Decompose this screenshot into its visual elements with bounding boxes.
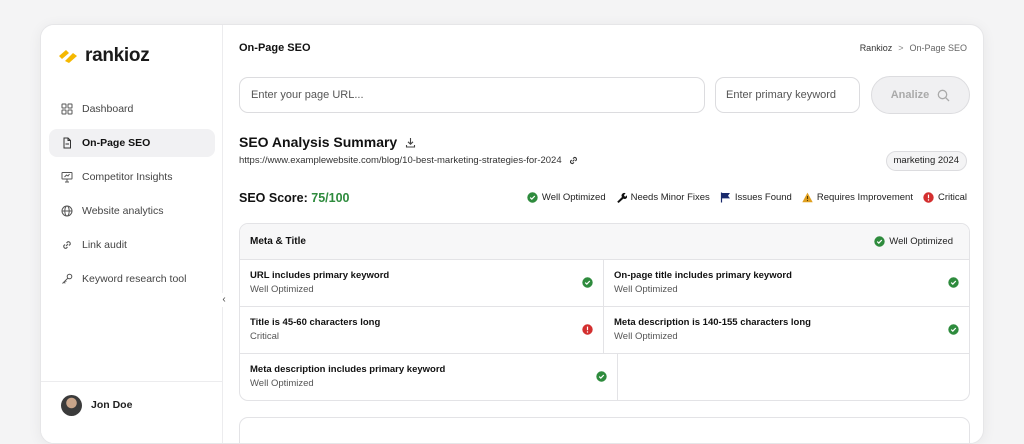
analyzed-url-text: https://www.examplewebsite.com/blog/10-b… xyxy=(239,155,562,166)
user-name: Jon Doe xyxy=(91,399,133,411)
logo-text: rankioz xyxy=(85,45,150,66)
main-content: On-Page SEO Rankioz > On-Page SEO Analiz… xyxy=(223,25,983,443)
breadcrumb-current: On-Page SEO xyxy=(909,43,967,53)
legend-label: Requires Improvement xyxy=(816,192,913,203)
check-title: On-page title includes primary keyword xyxy=(614,270,792,281)
check-item: Title is 45-60 characters long Critical xyxy=(240,307,604,354)
download-icon[interactable] xyxy=(405,137,416,148)
sidebar-item-label: Link audit xyxy=(82,239,127,251)
check-circle-icon xyxy=(527,192,538,203)
warning-icon xyxy=(802,192,813,203)
sidebar-item-website-analytics[interactable]: Website analytics xyxy=(49,197,215,225)
keyword-badge: marketing 2024 xyxy=(885,151,967,171)
sidebar-item-dashboard[interactable]: Dashboard xyxy=(49,95,215,123)
user-profile[interactable]: Jon Doe xyxy=(41,381,223,443)
card-header[interactable]: Meta & Title Well Optimized xyxy=(240,224,969,260)
sidebar-item-link-audit[interactable]: Link audit xyxy=(49,231,215,259)
logo[interactable]: rankioz xyxy=(57,45,150,67)
key-icon xyxy=(62,273,73,284)
check-circle-icon xyxy=(948,277,959,288)
search-icon xyxy=(937,89,950,101)
primary-keyword-input[interactable] xyxy=(715,77,860,113)
rankioz-logo-icon xyxy=(57,47,79,65)
summary-title: SEO Analysis Summary xyxy=(239,134,416,150)
empty-cell xyxy=(604,354,969,400)
check-status: Well Optimized xyxy=(614,284,678,295)
check-status: Well Optimized xyxy=(250,378,314,389)
sidebar: rankioz Dashboard On-Page SEO Competitor… xyxy=(41,25,223,443)
wrench-icon xyxy=(616,192,627,203)
legend-label: Needs Minor Fixes xyxy=(630,192,710,203)
legend-label: Well Optimized xyxy=(541,192,606,203)
check-item: Meta description is 140-155 characters l… xyxy=(604,307,969,354)
next-section-card xyxy=(239,417,970,443)
summary-title-text: SEO Analysis Summary xyxy=(239,134,398,150)
app-window: rankioz Dashboard On-Page SEO Competitor… xyxy=(40,24,984,444)
seo-score: SEO Score: 75/100 xyxy=(239,191,350,205)
globe-icon xyxy=(61,205,73,217)
flag-icon xyxy=(720,192,730,203)
card-status-label: Well Optimized xyxy=(889,236,953,247)
check-item: On-page title includes primary keyword W… xyxy=(604,260,969,307)
page-url-input[interactable] xyxy=(239,77,705,113)
check-title: Meta description includes primary keywor… xyxy=(250,364,446,375)
meta-title-card: Meta & Title Well Optimized URL includes… xyxy=(239,223,970,401)
sidebar-nav: Dashboard On-Page SEO Competitor Insight… xyxy=(49,95,215,299)
analyze-button-label: Analize xyxy=(890,89,930,101)
avatar xyxy=(61,395,82,416)
analyze-button[interactable]: Analize xyxy=(871,76,970,114)
sidebar-item-on-page-seo[interactable]: On-Page SEO xyxy=(49,129,215,157)
seo-score-label: SEO Score: xyxy=(239,191,308,205)
seo-score-value: 75/100 xyxy=(311,191,350,205)
breadcrumb: Rankioz > On-Page SEO xyxy=(860,43,967,53)
sidebar-item-keyword-research-tool[interactable]: Keyword research tool xyxy=(49,265,215,293)
legend-label: Critical xyxy=(937,192,967,203)
sidebar-item-label: Website analytics xyxy=(82,205,164,217)
check-circle-icon xyxy=(874,236,885,247)
check-status: Critical xyxy=(250,331,280,342)
check-status: Well Optimized xyxy=(614,331,678,342)
legend-label: Issues Found xyxy=(734,192,792,203)
status-legend: Well Optimized Needs Minor Fixes Issues … xyxy=(527,192,967,203)
analyzed-url: https://www.examplewebsite.com/blog/10-b… xyxy=(239,155,579,166)
dashboard-icon xyxy=(61,103,73,115)
card-title: Meta & Title xyxy=(250,236,306,247)
sidebar-item-competitor-insights[interactable]: Competitor Insights xyxy=(49,163,215,191)
legend-issues-found: Issues Found xyxy=(720,192,792,203)
file-icon xyxy=(63,137,71,149)
alert-circle-icon xyxy=(582,324,593,335)
legend-well-optimized: Well Optimized xyxy=(527,192,606,203)
link-icon xyxy=(63,241,71,249)
check-title: Title is 45-60 characters long xyxy=(250,317,381,328)
breadcrumb-root[interactable]: Rankioz xyxy=(860,43,893,53)
alert-circle-icon xyxy=(923,192,934,203)
legend-critical: Critical xyxy=(923,192,967,203)
check-status: Well Optimized xyxy=(250,284,314,295)
card-status: Well Optimized xyxy=(874,236,953,247)
page-title: On-Page SEO xyxy=(239,42,311,54)
sidebar-item-label: On-Page SEO xyxy=(82,137,151,149)
check-item: URL includes primary keyword Well Optimi… xyxy=(240,260,604,307)
checks-grid: URL includes primary keyword Well Optimi… xyxy=(240,260,969,400)
check-title: Meta description is 140-155 characters l… xyxy=(614,317,811,328)
breadcrumb-separator: > xyxy=(898,43,904,53)
sidebar-item-label: Competitor Insights xyxy=(82,171,173,183)
legend-requires-improvement: Requires Improvement xyxy=(802,192,913,203)
link-icon[interactable] xyxy=(568,155,579,166)
presentation-icon xyxy=(61,172,73,183)
legend-needs-minor-fixes: Needs Minor Fixes xyxy=(616,192,710,203)
sidebar-item-label: Dashboard xyxy=(82,103,134,115)
check-item: Meta description includes primary keywor… xyxy=(240,354,618,400)
sidebar-item-label: Keyword research tool xyxy=(82,273,187,285)
check-circle-icon xyxy=(948,324,959,335)
check-circle-icon xyxy=(582,277,593,288)
check-title: URL includes primary keyword xyxy=(250,270,390,281)
